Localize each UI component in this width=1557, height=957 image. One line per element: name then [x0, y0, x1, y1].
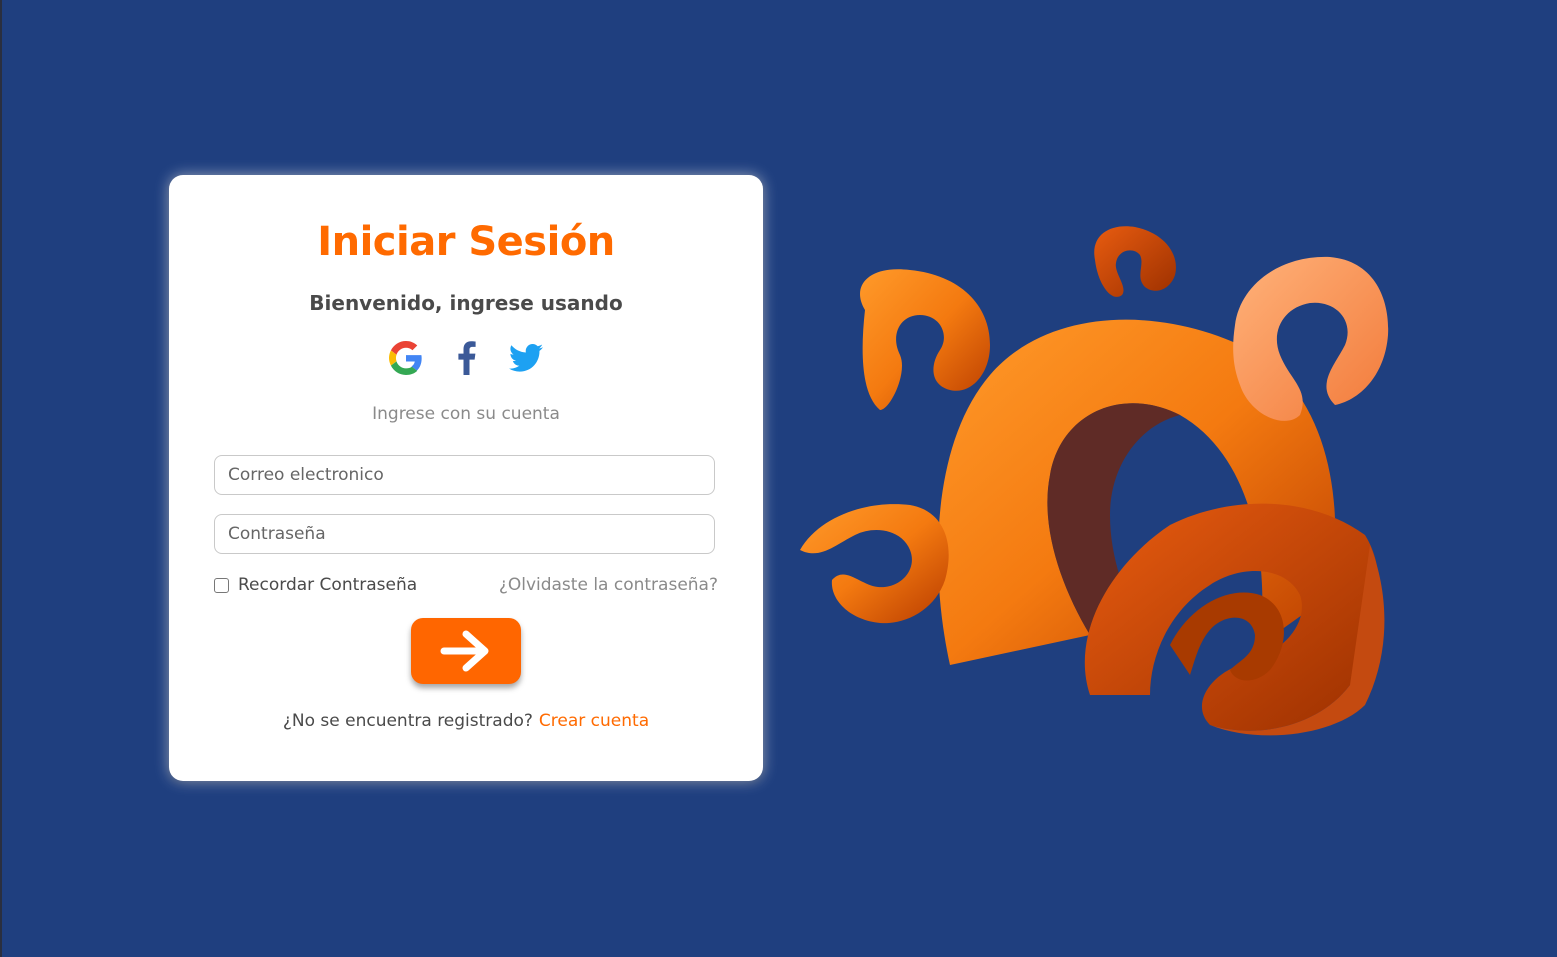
forgot-password-link[interactable]: ¿Olvidaste la contraseña?	[499, 575, 718, 595]
google-icon[interactable]	[389, 340, 423, 376]
remember-label[interactable]: Recordar Contraseña	[238, 575, 417, 595]
remember-checkbox[interactable]	[214, 577, 229, 593]
arrow-right-icon	[440, 630, 489, 672]
submit-button[interactable]	[411, 618, 521, 684]
create-account-link[interactable]: Crear cuenta	[539, 711, 649, 731]
page-title: Iniciar Sesión	[317, 219, 615, 265]
remember-row: Recordar Contraseña	[214, 575, 417, 595]
social-login-group	[169, 340, 763, 380]
login-card: Iniciar Sesión Bienvenido, ingrese usand…	[169, 175, 763, 781]
login-hint: Ingrese con su cuenta	[372, 404, 560, 424]
window-edge	[0, 0, 2, 957]
register-row: ¿No se encuentra registrado? Crear cuenta	[169, 711, 763, 731]
register-text: ¿No se encuentra registrado?	[282, 711, 533, 731]
facebook-icon[interactable]	[449, 340, 483, 376]
password-field[interactable]	[214, 514, 715, 554]
subtitle: Bienvenido, ingrese usando	[309, 291, 623, 315]
hero-illustration	[800, 226, 1389, 736]
twitter-icon[interactable]	[509, 340, 543, 376]
email-field[interactable]	[214, 455, 715, 495]
